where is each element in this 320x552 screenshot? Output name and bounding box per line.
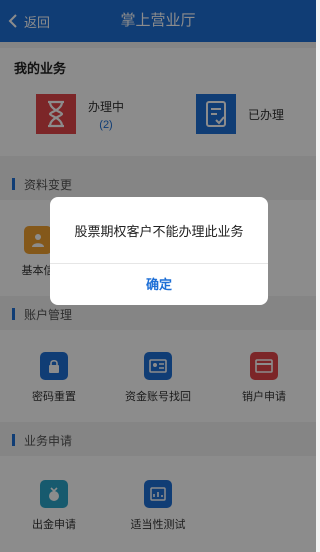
alert-dialog: 股票期权客户不能办理此业务 确定 <box>50 197 268 305</box>
confirm-button[interactable]: 确定 <box>50 264 268 305</box>
dialog-message: 股票期权客户不能办理此业务 <box>74 224 244 239</box>
